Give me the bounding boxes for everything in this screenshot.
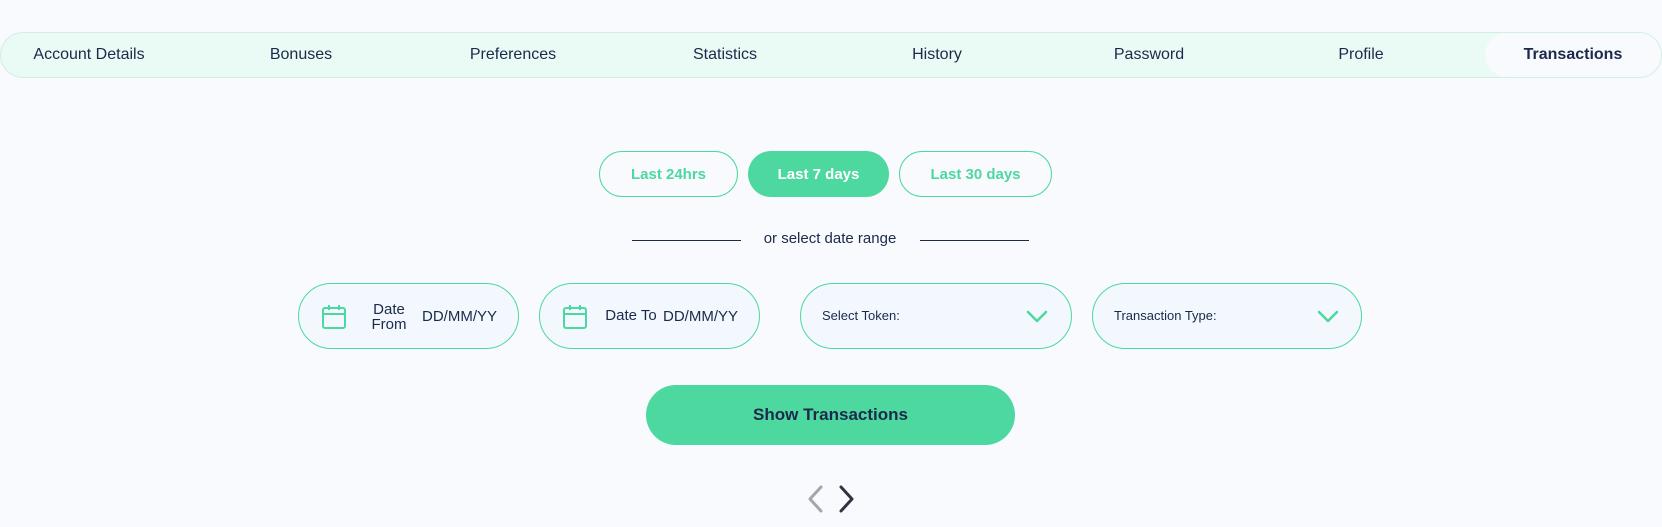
tab-transactions[interactable]: Transactions	[1485, 33, 1661, 77]
tab-bonuses[interactable]: Bonuses	[213, 33, 389, 77]
date-from-value[interactable]: DD/MM/YY	[422, 308, 497, 325]
tab-statistics[interactable]: Statistics	[637, 33, 813, 77]
last-30-days-button[interactable]: Last 30 days	[899, 151, 1052, 197]
date-to-field[interactable]: Date To DD/MM/YY	[539, 283, 760, 349]
show-transactions-button[interactable]: Show Transactions	[646, 385, 1015, 445]
date-to-value[interactable]: DD/MM/YY	[663, 308, 738, 325]
date-to-label: Date To	[605, 307, 657, 324]
date-range-divider-text: or select date range	[763, 230, 897, 247]
divider-right	[920, 240, 1029, 241]
date-from-field[interactable]: Date From DD/MM/YY	[298, 283, 519, 349]
account-tabs: Account Details Bonuses Preferences Stat…	[0, 32, 1662, 78]
transaction-type-label: Transaction Type:	[1114, 308, 1217, 323]
tab-history[interactable]: History	[849, 33, 1025, 77]
chevron-down-icon	[1026, 310, 1048, 323]
tab-password[interactable]: Password	[1061, 33, 1237, 77]
calendar-icon	[322, 305, 346, 329]
calendar-icon	[563, 305, 587, 329]
transactions-page: Account Details Bonuses Preferences Stat…	[0, 0, 1662, 527]
transaction-type-dropdown[interactable]: Transaction Type:	[1092, 283, 1362, 349]
tab-account-details[interactable]: Account Details	[1, 33, 177, 77]
tab-preferences[interactable]: Preferences	[425, 33, 601, 77]
tab-profile[interactable]: Profile	[1273, 33, 1449, 77]
chevron-left-icon[interactable]	[804, 483, 828, 515]
select-token-dropdown[interactable]: Select Token:	[800, 283, 1072, 349]
date-from-label: Date From	[371, 301, 407, 333]
chevron-right-icon[interactable]	[834, 483, 858, 515]
select-token-label: Select Token:	[822, 308, 900, 323]
last-7-days-button[interactable]: Last 7 days	[748, 151, 889, 197]
last-24hrs-button[interactable]: Last 24hrs	[599, 151, 738, 197]
chevron-down-icon	[1317, 310, 1339, 323]
